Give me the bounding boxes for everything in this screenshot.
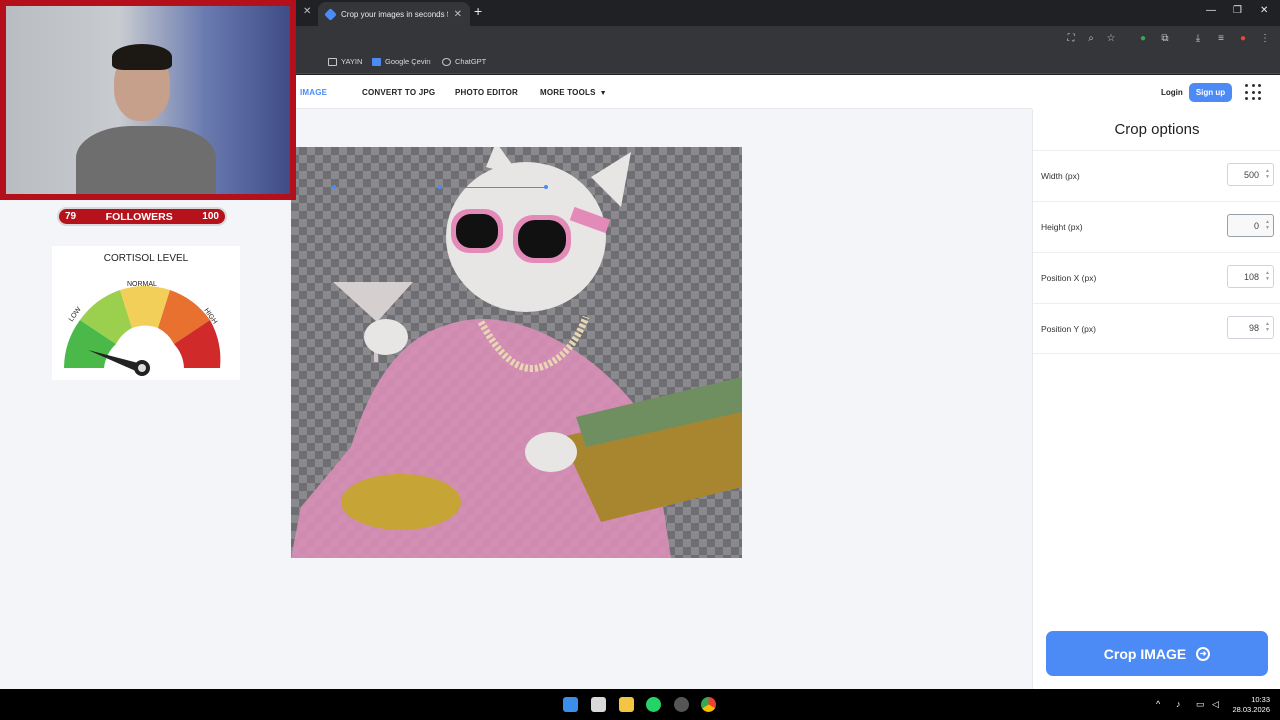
microphone-icon[interactable]: ♪: [1176, 699, 1181, 709]
profile-avatar-icon[interactable]: ●: [1236, 32, 1250, 46]
crop-handle-left[interactable]: [332, 185, 336, 189]
webcam-overlay: [0, 0, 296, 200]
position-x-input[interactable]: 108 ▲ ▼: [1227, 265, 1274, 288]
width-value: 500: [1243, 170, 1259, 180]
system-clock[interactable]: 10:33 28.03.2026: [1228, 695, 1270, 715]
tray-chevron-icon[interactable]: ^: [1156, 699, 1160, 709]
chevron-down-icon: ▼: [599, 90, 607, 97]
close-tab-icon[interactable]: ✕: [303, 6, 311, 17]
crop-handle-right[interactable]: [544, 185, 548, 189]
nav-link-convert-to-jpg[interactable]: CONVERT TO JPG: [362, 88, 435, 97]
extension-shield-icon[interactable]: ●: [1136, 32, 1150, 46]
webcam-person-hair: [112, 44, 172, 70]
bookmark-label: ChatGPT: [455, 57, 487, 66]
followers-current: 79: [65, 211, 77, 222]
position-y-value: 98: [1248, 323, 1259, 333]
spinner-arrows-icon[interactable]: ▲ ▼: [1265, 168, 1270, 180]
new-tab-icon[interactable]: +: [474, 3, 482, 19]
browser-menu-icon[interactable]: ⋮: [1258, 32, 1272, 46]
translate-icon[interactable]: ⛶: [1064, 32, 1078, 46]
close-window-icon[interactable]: ✕: [1260, 5, 1268, 16]
clock-time: 10:33: [1251, 695, 1270, 704]
chrome-icon[interactable]: [701, 697, 716, 712]
cortisol-gauge: LOW NORMAL HIGH: [64, 281, 221, 376]
nav-link-photo-editor[interactable]: PHOTO EDITOR: [455, 88, 518, 97]
spinner-arrows-icon[interactable]: ▲ ▼: [1265, 321, 1270, 333]
clock-date: 28.03.2026: [1232, 705, 1270, 714]
width-label: Width (px): [1041, 171, 1080, 181]
position-x-label: Position X (px): [1041, 273, 1097, 283]
position-y-input[interactable]: 98 ▲ ▼: [1227, 316, 1274, 339]
position-x-option: Position X (px) 108 ▲ ▼: [1033, 252, 1280, 303]
height-label: Height (px): [1041, 222, 1083, 232]
crop-image-button[interactable]: Crop IMAGE ➜: [1046, 631, 1268, 676]
webcam-person-body: [76, 126, 216, 194]
chatgpt-icon: [442, 57, 451, 66]
bookmark-chatgpt[interactable]: ChatGPT: [442, 57, 486, 66]
height-option: Height (px) 0 ▲ ▼: [1033, 201, 1280, 252]
windows-start-icon[interactable]: [563, 697, 578, 712]
spinner-arrows-icon[interactable]: ▲ ▼: [1265, 219, 1270, 231]
active-tab[interactable]: Crop your images in seconds fo ✕: [318, 2, 470, 26]
minimize-icon[interactable]: —: [1206, 5, 1216, 16]
cat-in-robe-image: [291, 147, 742, 558]
network-icon[interactable]: ▭: [1196, 699, 1205, 710]
followers-goal-bar: 79 FOLLOWERS 100: [57, 207, 227, 226]
app-icon[interactable]: [674, 697, 689, 712]
position-y-option: Position Y (px) 98 ▲ ▼: [1033, 303, 1280, 354]
whatsapp-icon[interactable]: [646, 697, 661, 712]
translate-icon: [372, 57, 381, 66]
cortisol-gauge-widget: CORTISOL LEVEL LOW NORMAL HIGH: [52, 246, 240, 380]
site-nav-actions: [1032, 75, 1280, 109]
more-tools-label: MORE TOOLS: [540, 88, 596, 97]
height-value: 0: [1253, 221, 1259, 231]
tab-title: Crop your images in seconds fo: [341, 9, 448, 19]
bookmark-google-translate[interactable]: Google Çevirı: [372, 57, 431, 66]
volume-icon[interactable]: ◁: [1212, 699, 1219, 710]
windows-taskbar: ^ ♪ ▭ ◁ 10:33 28.03.2026: [0, 689, 1280, 720]
extensions-icon[interactable]: ⧉: [1158, 32, 1172, 46]
store-icon[interactable]: [591, 697, 606, 712]
position-x-value: 108: [1243, 272, 1259, 282]
cortisol-title: CORTISOL LEVEL: [103, 253, 189, 264]
folder-icon: [328, 57, 337, 66]
apps-grid-icon[interactable]: [1245, 84, 1261, 100]
spinner-arrows-icon[interactable]: ▲ ▼: [1265, 270, 1270, 282]
crop-image[interactable]: [291, 147, 742, 558]
nav-link-image[interactable]: IMAGE: [300, 88, 327, 97]
bookmark-label: YAYIN: [341, 57, 363, 66]
crop-options-title: Crop options: [1114, 121, 1200, 138]
width-option: Width (px) 500 ▲ ▼: [1033, 150, 1280, 201]
gauge-label-normal: NORMAL: [127, 281, 157, 288]
signup-button[interactable]: Sign up: [1189, 83, 1232, 102]
media-control-icon[interactable]: ≡: [1214, 32, 1228, 46]
file-explorer-icon[interactable]: [619, 697, 634, 712]
site-favicon-icon: [324, 7, 337, 21]
close-tab-icon[interactable]: ✕: [454, 9, 462, 20]
zoom-icon[interactable]: ⌕: [1084, 32, 1098, 46]
followers-goal: 100: [202, 211, 219, 222]
followers-label: FOLLOWERS: [105, 210, 173, 223]
login-link[interactable]: Login: [1161, 88, 1183, 97]
bookmark-label: Google Çevirı: [385, 57, 431, 66]
download-icon[interactable]: ⤓: [1191, 32, 1205, 46]
position-y-label: Position Y (px): [1041, 324, 1096, 334]
crop-button-label: Crop IMAGE: [1103, 645, 1187, 662]
nav-link-more-tools[interactable]: MORE TOOLS ▼: [540, 88, 607, 97]
crop-options-panel: Crop options Width (px) 500 ▲ ▼ Height (p…: [1032, 109, 1280, 689]
restore-icon[interactable]: ❐: [1233, 5, 1242, 16]
crop-handle-middle[interactable]: [438, 185, 442, 189]
height-input[interactable]: 0 ▲ ▼: [1227, 214, 1274, 237]
width-input[interactable]: 500 ▲ ▼: [1227, 163, 1274, 186]
bookmark-star-icon[interactable]: ☆: [1104, 32, 1118, 46]
arrow-right-circle-icon: ➜: [1196, 646, 1211, 661]
bookmark-yayin[interactable]: YAYIN: [328, 57, 362, 66]
